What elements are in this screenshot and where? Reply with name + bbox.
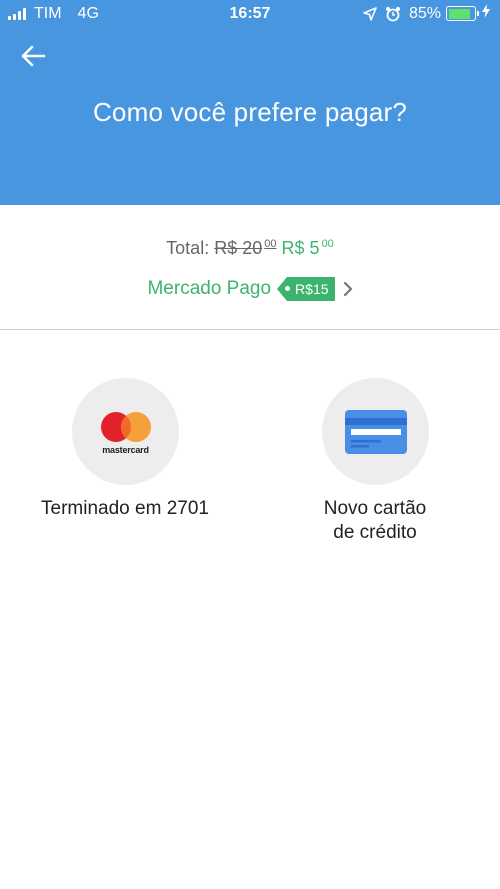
old-price-main: R$ 20 bbox=[214, 238, 263, 258]
mastercard-wordmark: mastercard bbox=[102, 445, 149, 455]
saved-card-icon-circle: mastercard bbox=[71, 378, 179, 485]
back-button[interactable] bbox=[18, 42, 48, 70]
total-line: Total: R$ 20 00 R$ 5 00 bbox=[0, 238, 500, 259]
discount-provider: Mercado Pago bbox=[147, 278, 272, 299]
status-bar: TIM 4G 16:57 85% bbox=[0, 0, 500, 28]
alarm-clock-icon bbox=[385, 6, 401, 22]
old-price: R$ 20 00 bbox=[214, 238, 276, 258]
saved-card-option[interactable]: mastercard Terminado em 2701 bbox=[25, 378, 225, 521]
total-label: Total: bbox=[166, 238, 210, 258]
discount-tag: R$15 bbox=[276, 277, 335, 301]
payment-summary: Total: R$ 20 00 R$ 5 00 Mercado Pago R$15 bbox=[0, 205, 500, 330]
chevron-right-icon bbox=[343, 281, 353, 297]
header: TIM 4G 16:57 85% Como você prefere pagar… bbox=[0, 0, 500, 205]
battery-icon bbox=[446, 6, 479, 21]
battery-fill bbox=[448, 8, 470, 19]
new-price-cents: 00 bbox=[321, 238, 334, 250]
mastercard-logo: mastercard bbox=[98, 409, 154, 455]
battery-percent: 85% bbox=[408, 4, 441, 22]
new-card-label: Novo cartão de crédito bbox=[275, 497, 475, 545]
arrow-left-icon bbox=[21, 45, 46, 67]
saved-card-label: Terminado em 2701 bbox=[41, 498, 209, 519]
old-price-cents: 00 bbox=[264, 238, 277, 250]
new-card-label-line2: de crédito bbox=[333, 522, 417, 543]
status-right: 85% bbox=[363, 4, 490, 23]
discount-link[interactable]: Mercado Pago R$15 bbox=[0, 277, 500, 301]
page-title: Como você prefere pagar? bbox=[92, 97, 408, 127]
charging-bolt-icon bbox=[482, 4, 490, 23]
location-arrow-icon bbox=[363, 6, 377, 21]
new-card-label-line1: Novo cartão bbox=[323, 498, 427, 519]
new-price: R$ 5 00 bbox=[282, 238, 334, 258]
new-card-icon-circle bbox=[321, 378, 429, 485]
new-card-option[interactable]: Novo cartão de crédito bbox=[275, 378, 475, 545]
discount-tag-label: R$15 bbox=[295, 281, 329, 297]
new-price-main: R$ 5 bbox=[281, 238, 320, 258]
credit-card-icon bbox=[344, 410, 407, 454]
